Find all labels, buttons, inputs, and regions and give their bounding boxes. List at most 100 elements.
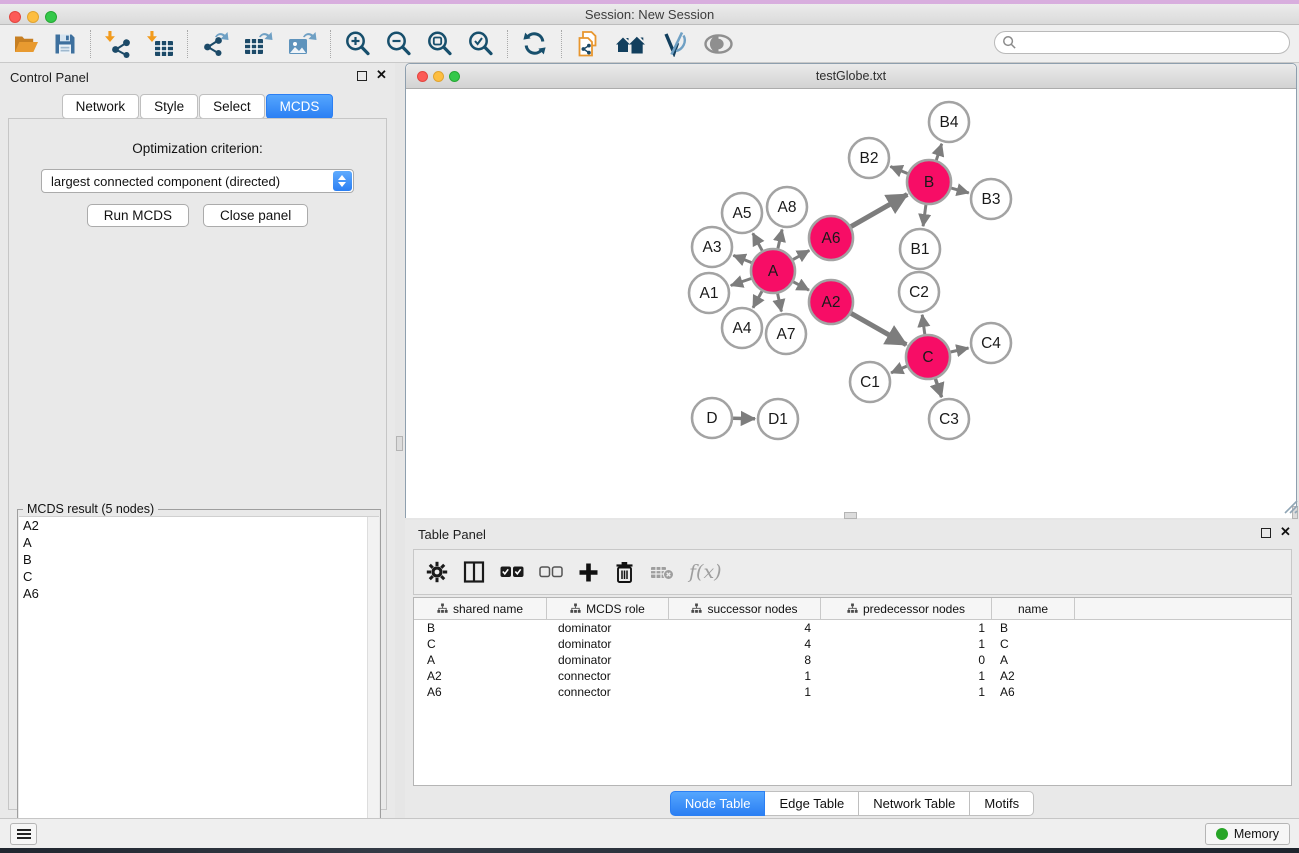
save-session-button[interactable] — [46, 28, 84, 60]
result-item[interactable]: A2 — [19, 517, 379, 534]
table-cell[interactable]: C — [414, 636, 547, 652]
graph-node-A[interactable]: A — [751, 249, 795, 293]
search-field[interactable] — [994, 31, 1290, 54]
table-cell[interactable]: A — [414, 652, 547, 668]
column-header-successor-nodes[interactable]: successor nodes — [669, 598, 821, 619]
zoom-out-button[interactable] — [378, 28, 419, 60]
show-hide-button[interactable] — [696, 28, 741, 60]
graph-node-A5[interactable]: A5 — [722, 193, 762, 233]
edge-A-A6[interactable] — [793, 250, 809, 259]
function-builder-button[interactable]: f(x) — [689, 561, 722, 583]
column-header-MCDS-role[interactable]: MCDS role — [547, 598, 669, 619]
node-table[interactable]: shared nameMCDS rolesuccessor nodesprede… — [413, 597, 1292, 786]
network-canvas[interactable]: B4B2BB3A5A8A6A3AB1A1C2A2A4A7CC4C1C3DD1 — [406, 89, 1296, 518]
edge-B-B2[interactable] — [890, 167, 907, 174]
table-cell[interactable]: 0 — [821, 652, 992, 668]
table-float-icon[interactable] — [1261, 528, 1271, 538]
delete-columns-button[interactable] — [614, 561, 635, 584]
result-scrollbar[interactable] — [367, 517, 379, 852]
network-window-titlebar[interactable]: testGlobe.txt — [406, 64, 1296, 89]
table-cell[interactable]: 1 — [669, 668, 821, 684]
refresh-layout-button[interactable] — [514, 28, 555, 60]
home-view-button[interactable] — [608, 28, 654, 60]
graph-node-A6[interactable]: A6 — [809, 216, 853, 260]
edge-C-C3[interactable] — [935, 379, 941, 397]
table-cell[interactable]: A2 — [414, 668, 547, 684]
graph-node-C3[interactable]: C3 — [929, 399, 969, 439]
table-cell[interactable]: A2 — [992, 668, 1075, 684]
edge-A-A3[interactable] — [733, 255, 751, 262]
result-item[interactable]: A6 — [19, 585, 379, 602]
table-cell[interactable]: B — [414, 620, 547, 636]
zoom-in-button[interactable] — [337, 28, 378, 60]
edge-A-A4[interactable] — [753, 291, 762, 308]
memory-button[interactable]: Memory — [1205, 823, 1290, 845]
tab-node-table[interactable]: Node Table — [670, 791, 766, 816]
edge-A-A8[interactable] — [778, 230, 782, 249]
delete-table-button[interactable] — [650, 564, 674, 580]
tab-edge-table[interactable]: Edge Table — [765, 791, 859, 816]
run-mcds-button[interactable]: Run MCDS — [87, 204, 189, 227]
float-panel-icon[interactable] — [357, 71, 367, 81]
graph-node-B1[interactable]: B1 — [900, 229, 940, 269]
edge-C-C1[interactable] — [891, 366, 907, 373]
graph-node-A7[interactable]: A7 — [766, 314, 806, 354]
table-row[interactable]: Cdominator41C — [414, 636, 1291, 652]
close-panel-button[interactable]: Close panel — [203, 204, 308, 227]
vizmapper-toggle-button[interactable] — [654, 28, 696, 60]
result-item[interactable]: C — [19, 568, 379, 585]
column-header-name[interactable]: name — [992, 598, 1075, 619]
tab-style[interactable]: Style — [140, 94, 198, 119]
table-cell[interactable]: 1 — [821, 620, 992, 636]
tab-mcds[interactable]: MCDS — [266, 94, 334, 119]
table-row[interactable]: A2connector11A2 — [414, 668, 1291, 684]
window-resize-grip[interactable] — [1281, 497, 1298, 514]
table-cell[interactable]: connector — [547, 668, 669, 684]
result-item[interactable]: B — [19, 551, 379, 568]
export-image-button[interactable] — [280, 28, 324, 60]
table-cell[interactable]: A6 — [414, 684, 547, 700]
table-cell[interactable]: B — [992, 620, 1075, 636]
search-input[interactable] — [1017, 34, 1289, 52]
zoom-fit-button[interactable] — [419, 28, 460, 60]
graph-node-B[interactable]: B — [907, 160, 951, 204]
import-table-button[interactable] — [139, 28, 181, 60]
table-cell[interactable]: A — [992, 652, 1075, 668]
table-row[interactable]: A6connector11A6 — [414, 684, 1291, 700]
add-column-button[interactable] — [578, 562, 599, 583]
optimization-criterion-select[interactable]: largest connected component (directed) — [41, 169, 354, 193]
edge-A2-C[interactable] — [851, 313, 906, 344]
splitter-handle-bottom[interactable] — [844, 512, 857, 519]
table-cell[interactable]: 4 — [669, 620, 821, 636]
graph-node-C2[interactable]: C2 — [899, 272, 939, 312]
column-selector-button[interactable] — [463, 561, 485, 583]
table-cell[interactable]: dominator — [547, 652, 669, 668]
mcds-result-list[interactable]: A2ABCA6 — [19, 516, 379, 852]
graph-node-D[interactable]: D — [692, 398, 732, 438]
graph-node-A1[interactable]: A1 — [689, 273, 729, 313]
clone-network-button[interactable] — [568, 28, 608, 60]
network-graph[interactable]: B4B2BB3A5A8A6A3AB1A1C2A2A4A7CC4C1C3DD1 — [406, 89, 1296, 518]
table-cell[interactable]: 4 — [669, 636, 821, 652]
task-history-button[interactable] — [10, 823, 37, 845]
deselect-all-rows-button[interactable] — [539, 566, 563, 578]
edge-A-A1[interactable] — [731, 279, 751, 286]
edge-B-B1[interactable] — [923, 205, 926, 226]
graph-node-B4[interactable]: B4 — [929, 102, 969, 142]
tab-select[interactable]: Select — [199, 94, 265, 119]
export-network-button[interactable] — [194, 28, 236, 60]
edge-A-A2[interactable] — [793, 282, 809, 290]
graph-node-A4[interactable]: A4 — [722, 308, 762, 348]
table-cell[interactable]: C — [992, 636, 1075, 652]
graph-node-A2[interactable]: A2 — [809, 280, 853, 324]
edge-A-A5[interactable] — [753, 233, 762, 250]
table-cell[interactable]: A6 — [992, 684, 1075, 700]
table-cell[interactable]: connector — [547, 684, 669, 700]
graph-node-B3[interactable]: B3 — [971, 179, 1011, 219]
edge-A-A7[interactable] — [778, 294, 782, 312]
tab-network[interactable]: Network — [62, 94, 140, 119]
table-row[interactable]: Adominator80A — [414, 652, 1291, 668]
import-network-button[interactable] — [97, 28, 139, 60]
column-header-shared-name[interactable]: shared name — [414, 598, 547, 619]
splitter-handle-left[interactable] — [396, 436, 403, 451]
